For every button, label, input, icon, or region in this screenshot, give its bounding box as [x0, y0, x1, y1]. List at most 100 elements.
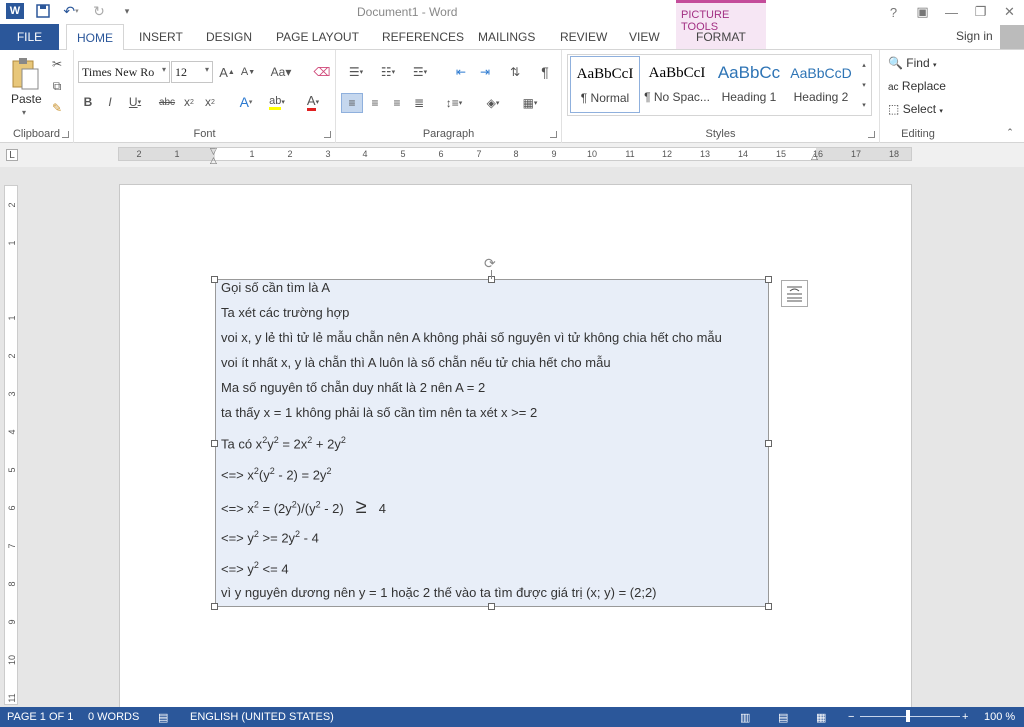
line-spacing-icon[interactable]: ↕≡ ▾	[440, 93, 468, 113]
collapse-ribbon-icon[interactable]: ⌃	[1004, 126, 1016, 138]
select-button[interactable]: ⬚ Select ▾	[888, 102, 943, 116]
read-mode-icon[interactable]: ▥	[740, 711, 750, 724]
strikethrough-icon[interactable]: abc	[158, 93, 176, 111]
avatar[interactable]	[1000, 25, 1024, 49]
bullets-icon[interactable]: ☰ ▾	[342, 63, 370, 81]
paste-dropdown-icon[interactable]: ▾	[22, 108, 26, 117]
italic-icon[interactable]: I	[102, 93, 118, 111]
highlight-color-icon[interactable]: ab ▾	[264, 93, 290, 111]
zoom-level[interactable]: 100 %	[984, 711, 1015, 723]
format-painter-icon[interactable]: ✎	[49, 100, 65, 116]
zoom-in-icon[interactable]: +	[962, 711, 968, 723]
print-layout-icon[interactable]: ▤	[778, 711, 788, 724]
tab-format[interactable]: FORMAT	[696, 30, 746, 44]
proofing-icon[interactable]: ▤	[158, 711, 168, 724]
show-marks-icon[interactable]: ¶	[536, 63, 554, 81]
tab-view[interactable]: VIEW	[629, 30, 660, 44]
paste-button[interactable]: Paste	[11, 92, 42, 106]
horizontal-ruler[interactable]: 2 1 1 2 3 4 5 6 7 8 9 10 11 12 13 14 15 …	[118, 146, 912, 165]
styles-more-icon[interactable]: ▾	[858, 95, 870, 114]
superscript-icon[interactable]: x2	[202, 93, 218, 111]
zoom-out-icon[interactable]: −	[848, 711, 854, 723]
resize-handle[interactable]	[211, 440, 218, 447]
paragraph-launcher-icon[interactable]	[550, 131, 557, 138]
change-case-icon[interactable]: Aa▾	[269, 63, 293, 81]
resize-handle[interactable]	[488, 603, 495, 610]
tab-design[interactable]: DESIGN	[206, 30, 252, 44]
clear-formatting-icon[interactable]: ⌫	[314, 63, 331, 81]
underline-icon[interactable]: U ▾	[124, 93, 146, 111]
resize-handle[interactable]	[211, 276, 218, 283]
align-left-icon[interactable]: ≡	[341, 93, 363, 113]
tab-home[interactable]: HOME	[66, 24, 124, 51]
ribbon-display-icon[interactable]: ▣	[908, 0, 937, 24]
minimize-icon[interactable]: —	[937, 0, 966, 24]
zoom-slider[interactable]	[860, 716, 960, 717]
shrink-font-icon[interactable]: A ▼	[240, 63, 256, 81]
vertical-ruler[interactable]: 2 1 1 2 3 4 5 6 7 8 9 10 11	[4, 185, 18, 705]
styles-scroll-up-icon[interactable]: ▴	[858, 55, 870, 74]
cut-icon[interactable]: ✂	[49, 56, 65, 72]
decrease-indent-icon[interactable]: ⇤	[451, 63, 471, 81]
paste-icon[interactable]	[8, 56, 42, 92]
tab-selector-icon[interactable]: L	[6, 149, 18, 161]
find-button[interactable]: 🔍 Find ▾	[888, 56, 937, 70]
hanging-indent-marker-icon[interactable]: △	[210, 155, 217, 166]
sort-icon[interactable]: ⇅	[505, 63, 525, 81]
copy-icon[interactable]: ⧉	[49, 78, 65, 94]
restore-icon[interactable]: ❐	[966, 0, 995, 24]
tab-page-layout[interactable]: PAGE LAYOUT	[276, 30, 359, 44]
help-icon[interactable]: ?	[879, 0, 908, 24]
zoom-slider-thumb[interactable]	[906, 710, 910, 722]
customize-qat-icon[interactable]: ▾	[118, 3, 136, 19]
shading-icon[interactable]: ◈ ▾	[479, 93, 507, 113]
tab-insert[interactable]: INSERT	[139, 30, 183, 44]
text-effects-icon[interactable]: A ▾	[234, 93, 258, 111]
web-layout-icon[interactable]: ▦	[816, 711, 826, 724]
tab-references[interactable]: REFERENCES	[382, 30, 464, 44]
bold-icon[interactable]: B	[80, 93, 96, 111]
styles-scroll-down-icon[interactable]: ▾	[858, 75, 870, 94]
tab-mailings[interactable]: MAILINGS	[478, 30, 535, 44]
sign-in-link[interactable]: Sign in	[956, 29, 993, 43]
page-count[interactable]: PAGE 1 OF 1	[7, 711, 73, 723]
align-center-icon[interactable]: ≡	[365, 93, 385, 113]
save-icon[interactable]	[34, 3, 52, 19]
close-icon[interactable]: ✕	[995, 0, 1024, 24]
style-no-spacing[interactable]: AaBbCcI ¶ No Spac...	[642, 56, 712, 113]
tab-review[interactable]: REVIEW	[560, 30, 607, 44]
numbering-icon[interactable]: ☷ ▾	[374, 63, 402, 81]
rotate-handle-icon[interactable]: ⟳	[484, 255, 496, 272]
language[interactable]: ENGLISH (UNITED STATES)	[190, 711, 334, 723]
multilevel-list-icon[interactable]: ☲ ▾	[406, 63, 434, 81]
style-normal[interactable]: AaBbCcI ¶ Normal	[570, 56, 640, 113]
styles-launcher-icon[interactable]	[868, 131, 875, 138]
undo-icon[interactable]: ↶ ▾	[62, 3, 80, 19]
clipboard-launcher-icon[interactable]	[62, 131, 69, 138]
borders-icon[interactable]: ▦ ▾	[516, 93, 544, 113]
tab-file[interactable]: FILE	[0, 24, 59, 50]
layout-options-icon[interactable]	[781, 280, 808, 307]
resize-handle[interactable]	[765, 276, 772, 283]
increase-indent-icon[interactable]: ⇥	[475, 63, 495, 81]
font-size-combo[interactable]: 12 ▾	[171, 61, 213, 83]
grow-font-icon[interactable]: A ▲	[219, 63, 235, 81]
word-count[interactable]: 0 WORDS	[88, 711, 139, 723]
right-indent-marker-icon[interactable]: △	[811, 151, 818, 162]
ruler-tick: 1	[174, 149, 180, 159]
align-right-icon[interactable]: ≡	[387, 93, 407, 113]
replace-button[interactable]: ac Replace	[888, 79, 946, 93]
justify-icon[interactable]: ≣	[409, 93, 429, 113]
font-family-combo[interactable]: Times New Ro ▾	[78, 61, 170, 83]
resize-handle[interactable]	[765, 440, 772, 447]
style-heading-2[interactable]: AaBbCcD Heading 2	[786, 56, 856, 113]
vruler-tick: 5	[7, 467, 17, 473]
subscript-icon[interactable]: x2	[181, 93, 197, 111]
text-box[interactable]: Gọi số cần tìm là A Ta xét các trường hợ…	[215, 279, 769, 607]
font-color-icon[interactable]: A ▾	[300, 93, 326, 111]
style-heading-1[interactable]: AaBbCc Heading 1	[714, 56, 784, 113]
font-launcher-icon[interactable]	[324, 131, 331, 138]
resize-handle[interactable]	[211, 603, 218, 610]
redo-icon[interactable]: ↻	[90, 3, 108, 19]
resize-handle[interactable]	[765, 603, 772, 610]
